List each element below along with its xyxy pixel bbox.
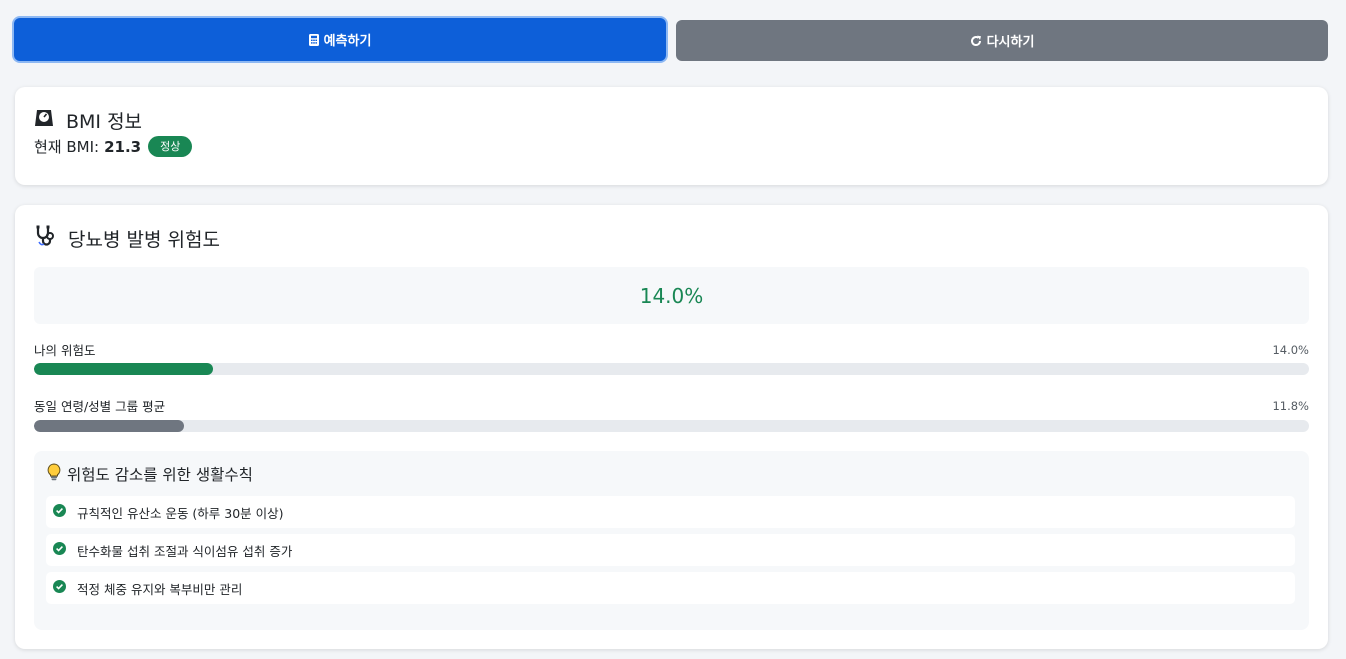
tips-title: 위험도 감소를 위한 생활수칙 bbox=[47, 463, 253, 485]
check-circle-icon bbox=[53, 580, 66, 596]
group-risk-label: 동일 연령/성별 그룹 평균 bbox=[34, 399, 166, 414]
group-risk-bar-fill bbox=[34, 420, 185, 432]
my-risk-row: 나의 위험도 14.0% bbox=[34, 340, 1309, 359]
tip-text: 탄수화물 섭취 조절과 식이섬유 섭취 증가 bbox=[77, 543, 293, 559]
risk-value: 14.0% bbox=[639, 283, 704, 308]
bmi-current-label: 현재 BMI: bbox=[34, 138, 100, 156]
action-buttons: 예측하기 다시하기 bbox=[14, 18, 1328, 63]
stethoscope-icon bbox=[34, 225, 56, 252]
bmi-status-badge: 정상 bbox=[148, 136, 193, 157]
group-risk-row: 동일 연령/성별 그룹 평균 11.8% bbox=[34, 396, 1309, 415]
tip-item: 규칙적인 유산소 운동 (하루 30분 이상) bbox=[46, 496, 1295, 528]
group-risk-percent: 11.8% bbox=[1272, 398, 1309, 413]
tip-item: 적정 체중 유지와 복부비만 관리 bbox=[46, 572, 1295, 604]
risk-title: 당뇨병 발병 위험도 bbox=[34, 225, 220, 252]
risk-title-text: 당뇨병 발병 위험도 bbox=[68, 229, 220, 251]
lightbulb-icon bbox=[47, 463, 61, 485]
tips-title-text: 위험도 감소를 위한 생활수칙 bbox=[67, 466, 253, 484]
bmi-title-text: BMI 정보 bbox=[66, 111, 143, 133]
bmi-card: BMI 정보 현재 BMI: 21.3 정상 bbox=[15, 87, 1328, 185]
group-risk-bar bbox=[34, 420, 1309, 432]
check-circle-icon bbox=[53, 542, 66, 558]
risk-value-box: 14.0% bbox=[34, 267, 1309, 324]
my-risk-label: 나의 위험도 bbox=[34, 343, 96, 358]
bmi-current: 현재 BMI: 21.3 정상 bbox=[34, 136, 193, 157]
predict-button[interactable]: 예측하기 bbox=[14, 18, 666, 61]
calculator-icon bbox=[308, 33, 319, 46]
tips-panel: 위험도 감소를 위한 생활수칙 규칙적인 유산소 운동 (하루 30분 이상) … bbox=[34, 451, 1309, 630]
reset-button-label: 다시하기 bbox=[986, 35, 1035, 50]
predict-button-label: 예측하기 bbox=[323, 34, 372, 49]
bmi-value: 21.3 bbox=[104, 137, 142, 156]
risk-card: 당뇨병 발병 위험도 14.0% 나의 위험도 14.0% 동일 연령/성별 그… bbox=[15, 205, 1328, 649]
my-risk-bar-fill bbox=[34, 363, 213, 375]
rotate-icon bbox=[970, 35, 982, 47]
reset-button[interactable]: 다시하기 bbox=[676, 20, 1328, 61]
tip-text: 적정 체중 유지와 복부비만 관리 bbox=[77, 581, 243, 597]
my-risk-percent: 14.0% bbox=[1272, 342, 1309, 357]
weight-scale-icon bbox=[34, 109, 54, 132]
check-circle-icon bbox=[53, 504, 66, 520]
my-risk-bar bbox=[34, 363, 1309, 375]
bmi-title: BMI 정보 bbox=[34, 107, 142, 134]
tip-item: 탄수화물 섭취 조절과 식이섬유 섭취 증가 bbox=[46, 534, 1295, 566]
tip-text: 규칙적인 유산소 운동 (하루 30분 이상) bbox=[77, 505, 284, 521]
